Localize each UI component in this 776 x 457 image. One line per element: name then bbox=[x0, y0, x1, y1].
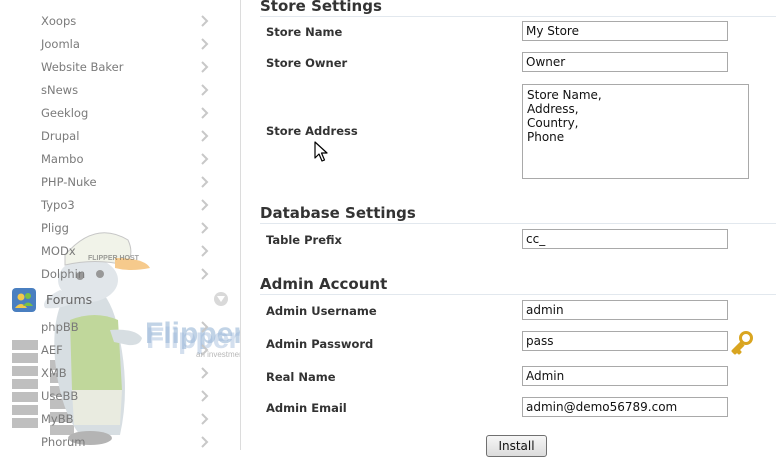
table-prefix-input[interactable] bbox=[522, 229, 728, 249]
collapse-icon[interactable] bbox=[214, 292, 228, 306]
sidebar-item-label: Typo3 bbox=[41, 198, 75, 212]
sidebar-category-label: Forums bbox=[46, 292, 93, 307]
sidebar-item-label: phpBB bbox=[41, 320, 79, 334]
sidebar-item-joomla[interactable]: Joomla bbox=[41, 35, 209, 53]
database-settings-title: Database Settings bbox=[260, 204, 776, 224]
key-icon[interactable] bbox=[730, 331, 754, 355]
sidebar-item-label: AEF bbox=[41, 343, 63, 357]
chevron-right-icon bbox=[201, 436, 209, 448]
sidebar-item-label: MODx bbox=[41, 244, 76, 258]
sidebar-item-label: XMB bbox=[41, 366, 67, 380]
chevron-right-icon bbox=[201, 245, 209, 257]
real-name-label: Real Name bbox=[266, 370, 336, 384]
store-owner-input[interactable] bbox=[522, 52, 728, 72]
sidebar-item-label: Mambo bbox=[41, 152, 84, 166]
sidebar-item-phorum[interactable]: Phorum bbox=[41, 433, 209, 450]
chevron-right-icon bbox=[201, 107, 209, 119]
sidebar-item-dolphin[interactable]: Dolphin bbox=[41, 265, 209, 283]
chevron-right-icon bbox=[201, 222, 209, 234]
sidebar: Flipper Host FLIPPER HOST FlipperHost an… bbox=[0, 0, 241, 450]
admin-password-input[interactable] bbox=[522, 331, 728, 351]
sidebar-item-snews[interactable]: sNews bbox=[41, 81, 209, 99]
chevron-right-icon bbox=[201, 413, 209, 425]
admin-email-input[interactable] bbox=[522, 397, 728, 417]
sidebar-item-geeklog[interactable]: Geeklog bbox=[41, 104, 209, 122]
sidebar-item-aef[interactable]: AEF bbox=[41, 341, 209, 359]
chevron-right-icon bbox=[201, 38, 209, 50]
chevron-right-icon bbox=[201, 390, 209, 402]
chevron-right-icon bbox=[201, 199, 209, 211]
store-settings-title: Store Settings bbox=[260, 0, 776, 17]
sidebar-item-website-baker[interactable]: Website Baker bbox=[41, 58, 209, 76]
admin-email-label: Admin Email bbox=[266, 401, 347, 415]
chevron-right-icon bbox=[201, 344, 209, 356]
table-prefix-label: Table Prefix bbox=[266, 233, 342, 247]
sidebar-item-typo3[interactable]: Typo3 bbox=[41, 196, 209, 214]
real-name-input[interactable] bbox=[522, 366, 728, 386]
sidebar-item-phpbb[interactable]: phpBB bbox=[41, 318, 209, 336]
sidebar-item-label: UseBB bbox=[41, 389, 79, 403]
admin-password-label: Admin Password bbox=[266, 337, 374, 351]
sidebar-item-xoops[interactable]: Xoops bbox=[41, 12, 209, 30]
admin-username-label: Admin Username bbox=[266, 304, 377, 318]
sidebar-item-label: Joomla bbox=[41, 37, 80, 51]
sidebar-item-label: Xoops bbox=[41, 14, 77, 28]
sidebar-item-mybb[interactable]: MyBB bbox=[41, 410, 209, 428]
store-address-textarea[interactable]: Store Name, Address, Country, Phone bbox=[522, 84, 749, 179]
admin-username-input[interactable] bbox=[522, 300, 728, 320]
chevron-right-icon bbox=[201, 367, 209, 379]
sidebar-item-label: Pligg bbox=[41, 221, 69, 235]
store-name-input[interactable] bbox=[522, 21, 728, 41]
chevron-right-icon bbox=[201, 15, 209, 27]
sidebar-item-pligg[interactable]: Pligg bbox=[41, 219, 209, 237]
sidebar-item-label: MyBB bbox=[41, 412, 74, 426]
sidebar-item-xmb[interactable]: XMB bbox=[41, 364, 209, 382]
chevron-right-icon bbox=[201, 130, 209, 142]
admin-account-title: Admin Account bbox=[260, 275, 776, 295]
sidebar-item-label: Phorum bbox=[41, 435, 86, 449]
sidebar-item-usebb[interactable]: UseBB bbox=[41, 387, 209, 405]
sidebar-item-drupal[interactable]: Drupal bbox=[41, 127, 209, 145]
sidebar-item-label: Drupal bbox=[41, 129, 80, 143]
sidebar-item-label: Website Baker bbox=[41, 60, 124, 74]
install-form: Store Settings Store Name Store Owner St… bbox=[241, 0, 776, 457]
sidebar-item-php-nuke[interactable]: PHP-Nuke bbox=[41, 173, 209, 191]
sidebar-item-label: sNews bbox=[41, 83, 79, 97]
store-address-label: Store Address bbox=[266, 124, 358, 138]
sidebar-item-mambo[interactable]: Mambo bbox=[41, 150, 209, 168]
chevron-right-icon bbox=[201, 153, 209, 165]
sidebar-item-label: Geeklog bbox=[41, 106, 89, 120]
users-icon bbox=[12, 288, 36, 312]
chevron-right-icon bbox=[201, 176, 209, 188]
sidebar-category-forums[interactable]: Forums bbox=[12, 288, 230, 312]
chevron-right-icon bbox=[201, 321, 209, 333]
chevron-right-icon bbox=[201, 84, 209, 96]
sidebar-item-label: Dolphin bbox=[41, 267, 86, 281]
chevron-right-icon bbox=[201, 268, 209, 280]
sidebar-item-modx[interactable]: MODx bbox=[41, 242, 209, 260]
chevron-right-icon bbox=[201, 61, 209, 73]
sidebar-item-label: PHP-Nuke bbox=[41, 175, 97, 189]
store-name-label: Store Name bbox=[266, 25, 343, 39]
install-button[interactable]: Install bbox=[486, 435, 547, 457]
store-owner-label: Store Owner bbox=[266, 56, 348, 70]
